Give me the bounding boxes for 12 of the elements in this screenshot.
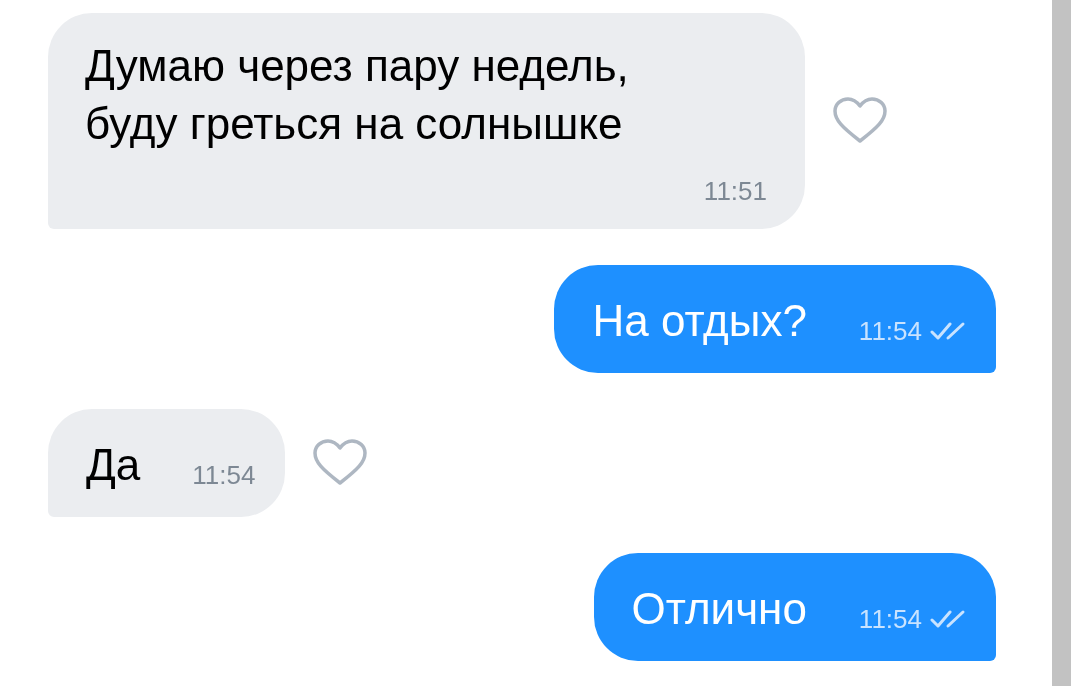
message-text: буду греться на солнышке bbox=[85, 98, 624, 150]
message-text: Думаю через пару недель, bbox=[85, 40, 630, 92]
heart-icon[interactable] bbox=[312, 439, 369, 487]
scrollbar[interactable] bbox=[1052, 0, 1071, 686]
message-time: 11:54 bbox=[858, 315, 922, 347]
message-text: Отлично bbox=[631, 583, 807, 635]
message-time: 11:51 bbox=[703, 175, 767, 207]
message-text: Да bbox=[86, 439, 141, 491]
message-time: 11:54 bbox=[858, 603, 922, 635]
message-time: 11:54 bbox=[192, 459, 256, 491]
message-text: На отдых? bbox=[592, 295, 807, 347]
heart-icon[interactable] bbox=[832, 97, 888, 145]
